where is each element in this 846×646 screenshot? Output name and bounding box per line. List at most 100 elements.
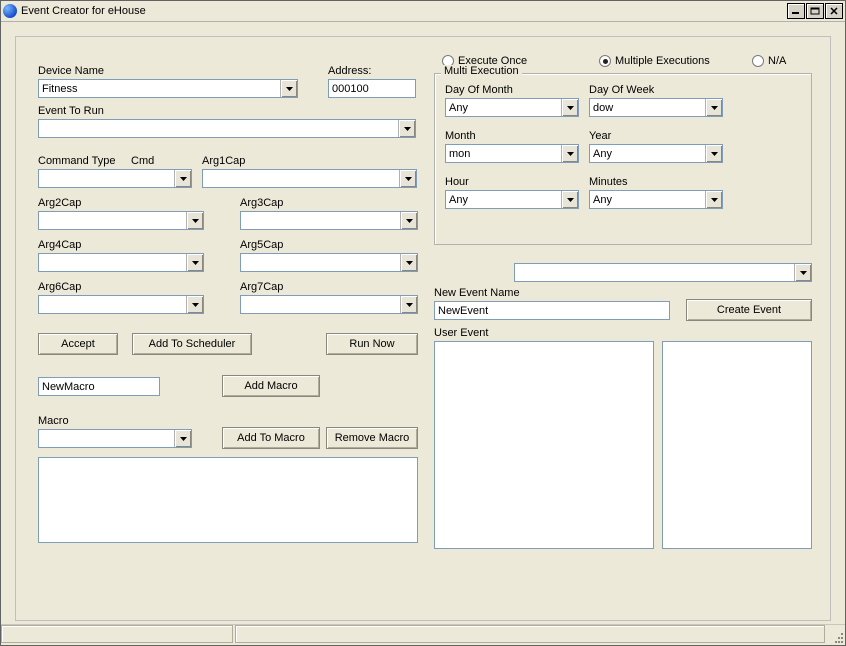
chevron-down-icon[interactable] [186, 212, 203, 229]
month-value: mon [446, 148, 561, 160]
arg7-label: Arg7Cap [240, 281, 283, 293]
arg3-label: Arg3Cap [240, 197, 283, 209]
year-value: Any [590, 148, 705, 160]
chevron-down-icon[interactable] [400, 296, 417, 313]
user-event-detail-listbox[interactable] [662, 341, 812, 549]
form-panel: Device Name Fitness Address: Event To Ru… [15, 36, 831, 621]
day-of-month-label: Day Of Month [445, 84, 513, 96]
hour-label: Hour [445, 176, 469, 188]
arg1-combo[interactable] [202, 169, 417, 188]
event-to-run-label: Event To Run [38, 105, 104, 117]
device-name-value: Fitness [39, 83, 280, 95]
chevron-down-icon[interactable] [174, 170, 191, 187]
chevron-down-icon[interactable] [561, 191, 578, 208]
day-of-month-value: Any [446, 102, 561, 114]
multi-execution-group: Multi Execution Day Of Month Any Day Of … [434, 73, 812, 245]
add-to-macro-button[interactable]: Add To Macro [222, 427, 320, 449]
day-of-week-label: Day Of Week [589, 84, 654, 96]
chevron-down-icon[interactable] [280, 80, 297, 97]
chevron-down-icon[interactable] [794, 264, 811, 281]
macro-combo[interactable] [38, 429, 192, 448]
close-button[interactable] [825, 3, 843, 19]
add-to-scheduler-button[interactable]: Add To Scheduler [132, 333, 252, 355]
arg7-combo[interactable] [240, 295, 418, 314]
chevron-down-icon[interactable] [705, 145, 722, 162]
arg2-combo[interactable] [38, 211, 204, 230]
macro-label: Macro [38, 415, 69, 427]
minutes-combo[interactable]: Any [589, 190, 723, 209]
arg6-label: Arg6Cap [38, 281, 81, 293]
radio-icon [752, 55, 764, 67]
new-event-name-label: New Event Name [434, 287, 520, 299]
day-of-week-combo[interactable]: dow [589, 98, 723, 117]
arg4-combo[interactable] [38, 253, 204, 272]
chevron-down-icon[interactable] [186, 254, 203, 271]
status-cell-1 [1, 625, 233, 643]
app-window: Event Creator for eHouse Device Name Fit… [0, 0, 846, 646]
new-macro-input[interactable] [38, 377, 160, 396]
titlebar[interactable]: Event Creator for eHouse [1, 1, 845, 22]
minutes-label: Minutes [589, 176, 628, 188]
chevron-down-icon[interactable] [705, 99, 722, 116]
year-combo[interactable]: Any [589, 144, 723, 163]
run-now-button[interactable]: Run Now [326, 333, 418, 355]
maximize-button[interactable] [806, 3, 824, 19]
multiple-executions-radio[interactable]: Multiple Executions [599, 55, 710, 67]
address-label: Address: [328, 65, 371, 77]
minutes-value: Any [590, 194, 705, 206]
device-name-label: Device Name [38, 65, 104, 77]
extra-combo[interactable] [514, 263, 812, 282]
chevron-down-icon[interactable] [561, 145, 578, 162]
arg2-label: Arg2Cap [38, 197, 81, 209]
radio-icon [599, 55, 611, 67]
chevron-down-icon[interactable] [174, 430, 191, 447]
cmd-label: Cmd [131, 155, 154, 167]
arg6-combo[interactable] [38, 295, 204, 314]
window-title: Event Creator for eHouse [21, 5, 786, 17]
new-macro-field[interactable] [39, 378, 159, 395]
chevron-down-icon[interactable] [561, 99, 578, 116]
chevron-down-icon[interactable] [705, 191, 722, 208]
na-label: N/A [768, 55, 786, 67]
device-name-combo[interactable]: Fitness [38, 79, 298, 98]
status-cell-2 [235, 625, 825, 643]
create-event-button[interactable]: Create Event [686, 299, 812, 321]
statusbar [1, 624, 845, 645]
command-type-combo[interactable] [38, 169, 192, 188]
chevron-down-icon[interactable] [400, 212, 417, 229]
day-of-week-value: dow [590, 102, 705, 114]
day-of-month-combo[interactable]: Any [445, 98, 579, 117]
macro-listbox[interactable] [38, 457, 418, 543]
chevron-down-icon[interactable] [399, 170, 416, 187]
address-field[interactable] [329, 80, 415, 97]
hour-combo[interactable]: Any [445, 190, 579, 209]
address-input[interactable] [328, 79, 416, 98]
add-macro-button[interactable]: Add Macro [222, 375, 320, 397]
command-type-label: Command Type [38, 155, 115, 167]
multiple-executions-label: Multiple Executions [615, 55, 710, 67]
new-event-name-field[interactable] [435, 302, 669, 319]
app-icon [3, 4, 17, 18]
user-event-listbox[interactable] [434, 341, 654, 549]
month-combo[interactable]: mon [445, 144, 579, 163]
hour-value: Any [446, 194, 561, 206]
multi-execution-caption: Multi Execution [441, 65, 522, 77]
minimize-button[interactable] [787, 3, 805, 19]
resize-grip-icon[interactable] [827, 625, 845, 645]
arg1-label: Arg1Cap [202, 155, 245, 167]
client-area: Device Name Fitness Address: Event To Ru… [1, 22, 845, 645]
chevron-down-icon[interactable] [398, 120, 415, 137]
arg3-combo[interactable] [240, 211, 418, 230]
month-label: Month [445, 130, 476, 142]
remove-macro-button[interactable]: Remove Macro [326, 427, 418, 449]
arg5-label: Arg5Cap [240, 239, 283, 251]
year-label: Year [589, 130, 611, 142]
new-event-name-input[interactable] [434, 301, 670, 320]
arg4-label: Arg4Cap [38, 239, 81, 251]
accept-button[interactable]: Accept [38, 333, 118, 355]
arg5-combo[interactable] [240, 253, 418, 272]
event-to-run-combo[interactable] [38, 119, 416, 138]
na-radio[interactable]: N/A [752, 55, 786, 67]
chevron-down-icon[interactable] [400, 254, 417, 271]
chevron-down-icon[interactable] [186, 296, 203, 313]
